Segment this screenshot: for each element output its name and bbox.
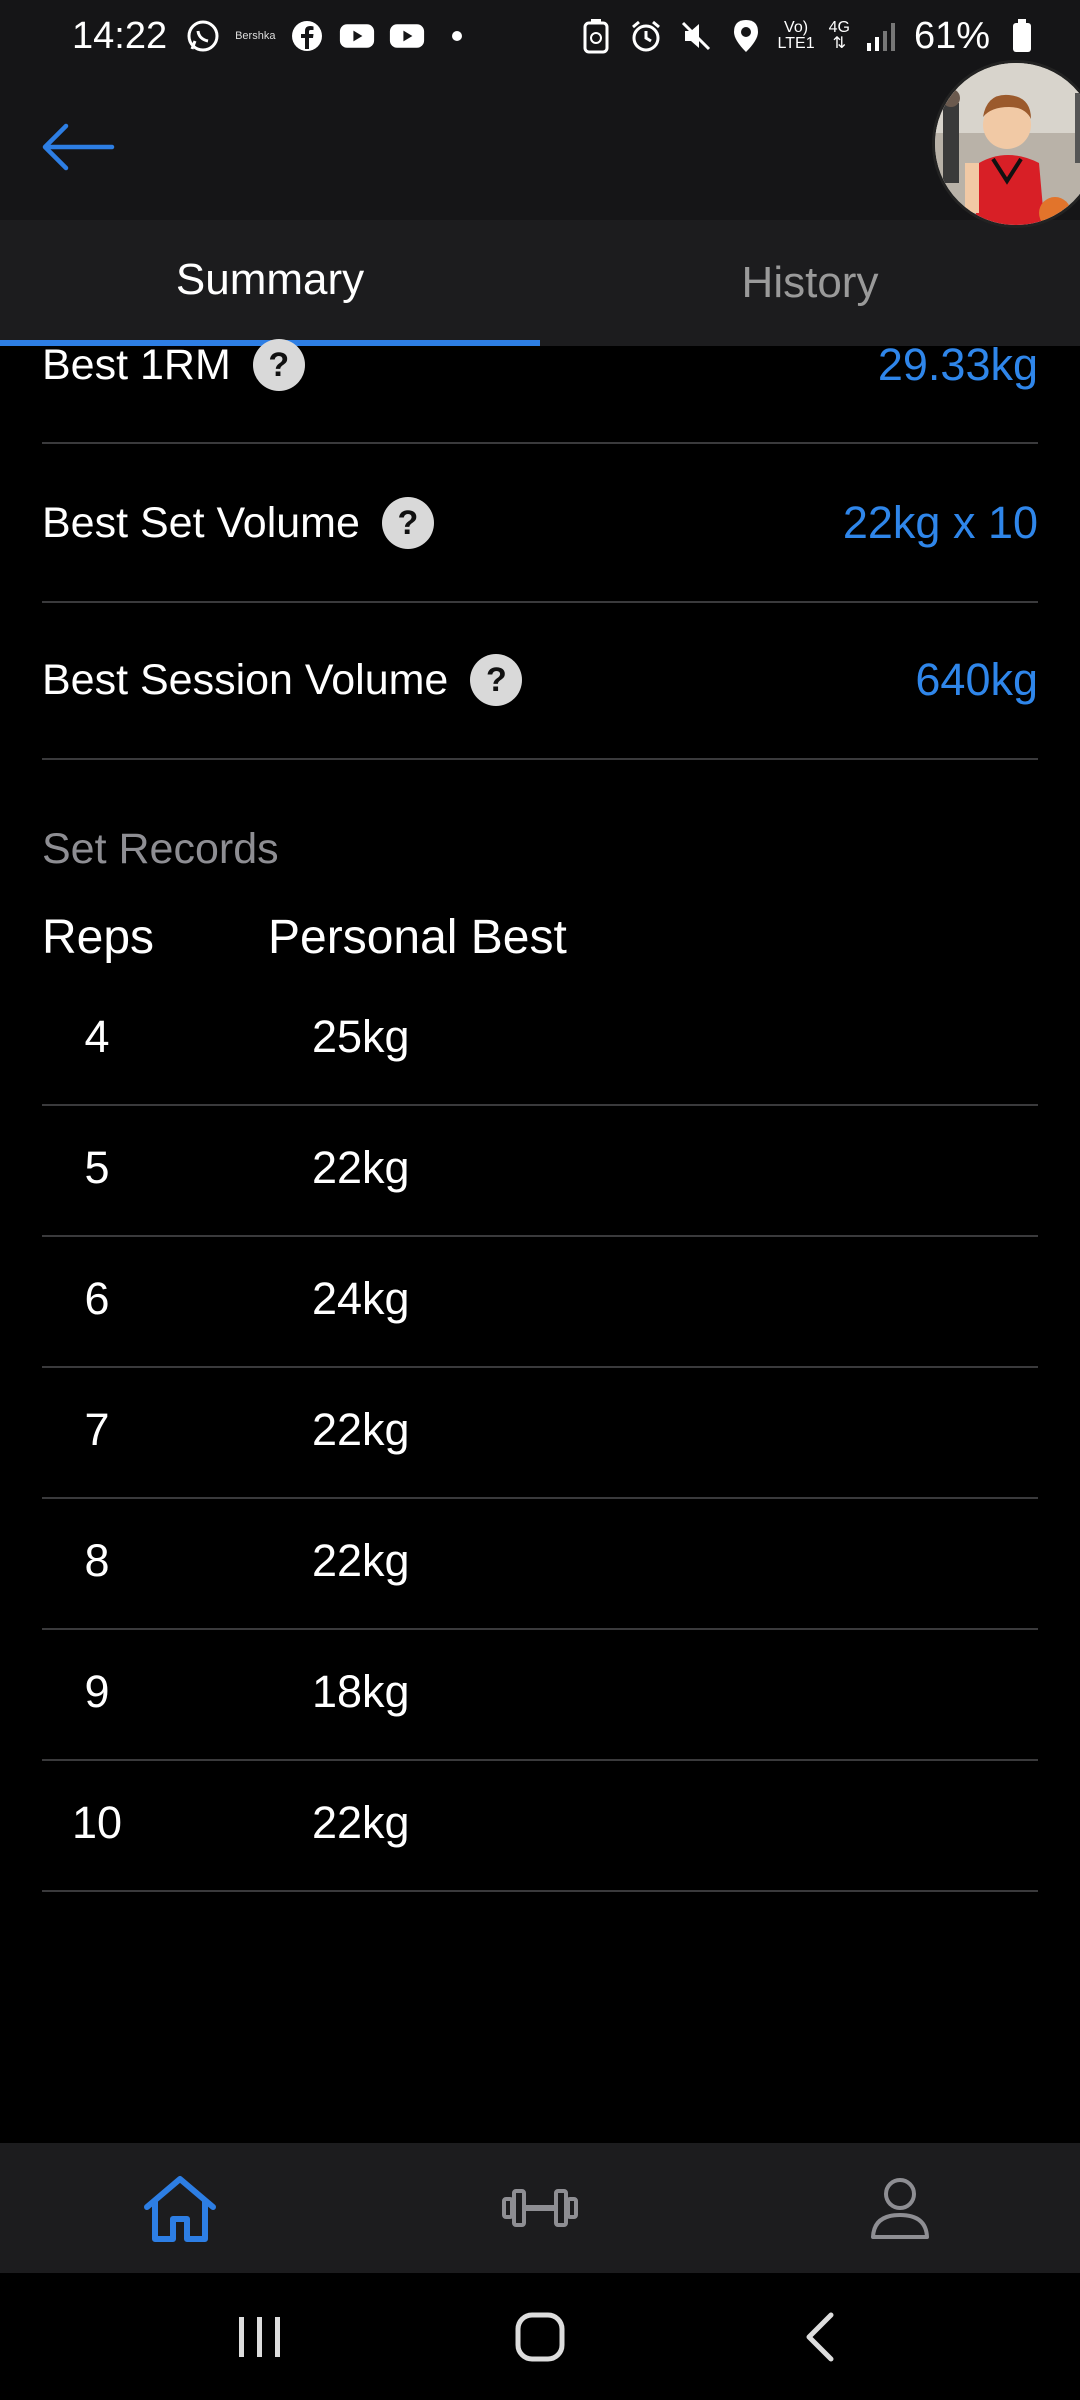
table-row: 5 22kg: [42, 1142, 1038, 1272]
recent-apps-icon: [239, 2316, 280, 2357]
battery-percentage: 61%: [913, 14, 990, 57]
stat-label: Best Session Volume: [42, 655, 449, 704]
youtube-icon: [389, 18, 425, 54]
volte-indicator: Vo) LTE1: [777, 19, 815, 52]
table-row: 4 25kg: [42, 1011, 1038, 1141]
stat-best-session-volume: Best Session Volume ? 640kg: [42, 650, 1038, 710]
bottom-navigation: [0, 2143, 1080, 2273]
dumbbell-icon: [502, 2189, 578, 2227]
reps-cell: 9: [84, 1666, 110, 1717]
divider: [42, 1890, 1038, 1892]
stat-label: Best 1RM: [42, 340, 231, 389]
home-square-icon: [515, 2312, 565, 2361]
back-system-button[interactable]: [760, 2287, 880, 2387]
battery-saver-icon: [578, 18, 614, 54]
column-header-personal-best: Personal Best: [268, 911, 567, 964]
battery-icon: [1004, 18, 1040, 54]
whatsapp-icon: [185, 18, 221, 54]
section-title-set-records: Set Records: [42, 825, 279, 873]
network-type-indicator: 4G ⇅: [828, 19, 850, 52]
table-row: 10 22kg: [42, 1797, 1038, 1927]
personal-best-cell: 25kg: [312, 1011, 410, 1062]
stat-value: 22kg x 10: [842, 497, 1038, 548]
bershka-icon: Bershka: [235, 30, 276, 42]
help-icon[interactable]: ?: [470, 654, 523, 706]
personal-best-cell: 22kg: [312, 1535, 410, 1586]
arrow-left-icon: [42, 123, 115, 171]
column-header-reps: Reps: [42, 911, 155, 964]
app-header: [0, 72, 1080, 220]
personal-best-cell: 24kg: [312, 1273, 410, 1324]
dot-icon: [439, 18, 475, 54]
profile-icon: [871, 2178, 929, 2239]
reps-cell: 10: [71, 1797, 123, 1848]
divider: [42, 1628, 1038, 1630]
divider: [42, 1759, 1038, 1761]
stat-value: 29.33kg: [877, 339, 1038, 390]
help-icon[interactable]: ?: [381, 497, 434, 549]
recent-apps-button[interactable]: [200, 2287, 320, 2387]
personal-best-cell: 22kg: [312, 1404, 410, 1455]
facebook-icon: [289, 18, 325, 54]
help-icon[interactable]: ?: [252, 339, 305, 391]
personal-best-cell: 22kg: [312, 1142, 410, 1193]
youtube-icon: [339, 18, 375, 54]
stat-label: Best Set Volume: [42, 498, 360, 547]
nav-profile[interactable]: [800, 2143, 1000, 2273]
nav-workouts[interactable]: [440, 2143, 640, 2273]
divider: [42, 1497, 1038, 1499]
status-time: 14:22: [72, 14, 168, 57]
table-row: 6 24kg: [42, 1273, 1038, 1403]
signal-icon: [864, 18, 900, 54]
alarm-icon: [628, 18, 664, 54]
divider: [42, 758, 1038, 760]
personal-best-cell: 18kg: [312, 1666, 410, 1717]
home-icon: [144, 2176, 216, 2242]
chevron-left-icon: [806, 2312, 834, 2361]
divider: [42, 1235, 1038, 1237]
divider: [42, 442, 1038, 444]
stat-value: 640kg: [915, 654, 1038, 705]
personal-best-cell: 22kg: [312, 1797, 410, 1848]
nav-home[interactable]: [80, 2143, 280, 2273]
reps-cell: 6: [84, 1273, 110, 1324]
reps-cell: 7: [84, 1404, 110, 1455]
location-icon: [728, 18, 764, 54]
stat-best-set-volume: Best Set Volume ? 22kg x 10: [42, 493, 1038, 553]
table-row: 8 22kg: [42, 1535, 1038, 1665]
tab-history[interactable]: History: [540, 220, 1080, 346]
tab-bar: Summary History: [0, 220, 1080, 346]
status-bar: 14:22 Bershka Vo) LTE1 4G ⇅ 61%: [0, 0, 1080, 72]
stat-best-1rm: Best 1RM ? 29.33kg: [42, 339, 1038, 391]
tab-summary[interactable]: Summary: [0, 220, 540, 346]
system-navigation-bar: [0, 2273, 1080, 2400]
reps-cell: 5: [84, 1142, 110, 1193]
table-row: 7 22kg: [42, 1404, 1038, 1534]
profile-photo-icon: [935, 63, 1080, 225]
reps-cell: 8: [84, 1535, 110, 1586]
divider: [42, 1366, 1038, 1368]
mute-icon: [678, 18, 714, 54]
reps-cell: 4: [84, 1011, 110, 1062]
divider: [42, 601, 1038, 603]
home-system-button[interactable]: [480, 2287, 600, 2387]
divider: [42, 1104, 1038, 1106]
back-button[interactable]: [40, 112, 130, 182]
table-row: 9 18kg: [42, 1666, 1038, 1796]
